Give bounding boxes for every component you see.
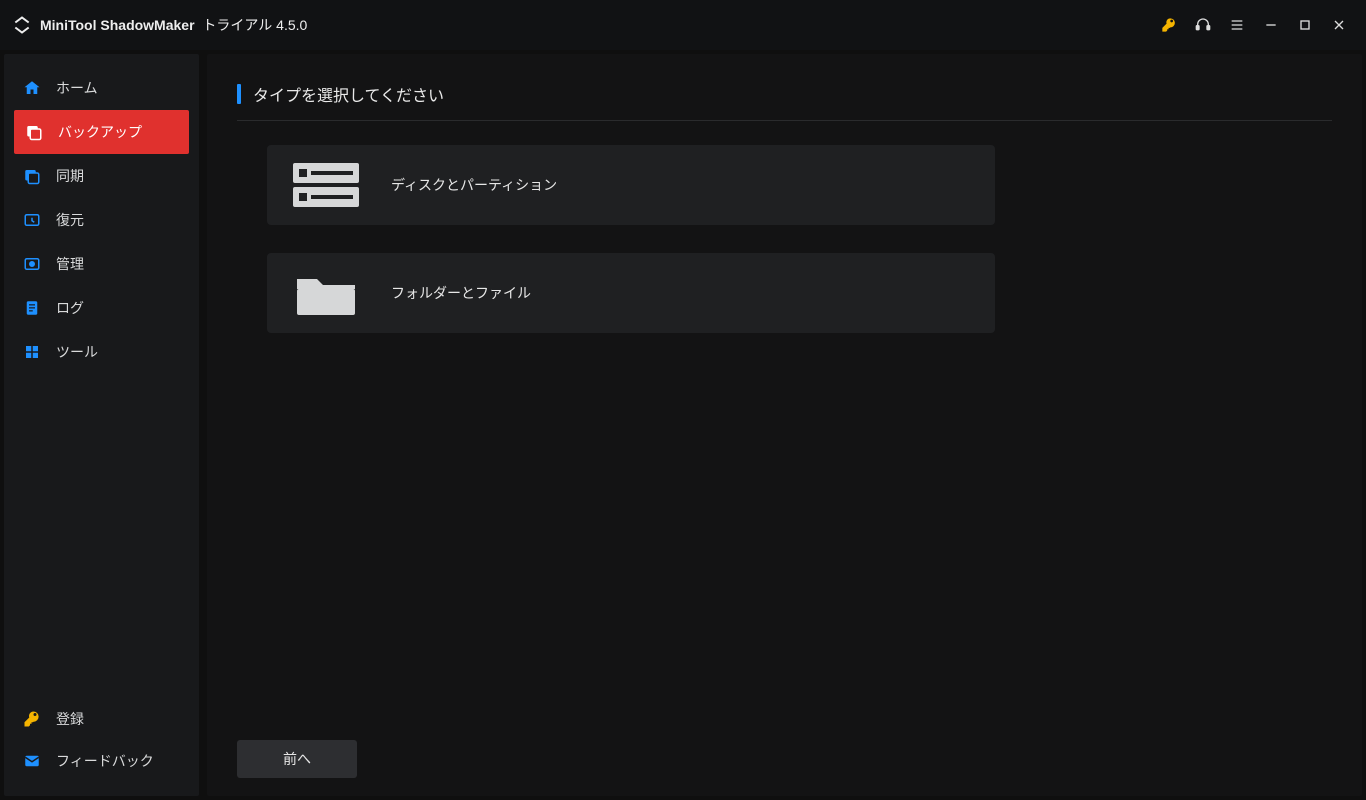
sidebar-item-tools[interactable]: ツール (4, 330, 199, 374)
option-label: フォルダーとファイル (391, 283, 531, 303)
manage-icon (22, 254, 42, 274)
main-content: タイプを選択してください ディスクとパーティション (207, 54, 1362, 796)
app-body: ホーム バックアップ 同期 (0, 50, 1366, 800)
option-folder-file[interactable]: フォルダーとファイル (267, 253, 995, 333)
sidebar-item-label: 登録 (56, 709, 84, 729)
title-accent-bar (237, 84, 241, 104)
page-title: タイプを選択してください (253, 82, 444, 106)
app-edition: トライアル 4.5.0 (202, 17, 307, 33)
restore-icon (22, 210, 42, 230)
prev-button-label: 前へ (283, 749, 311, 769)
option-disk-partition[interactable]: ディスクとパーティション (267, 145, 995, 225)
option-label: ディスクとパーティション (391, 175, 557, 195)
app-window: MiniTool ShadowMaker トライアル 4.5.0 (0, 0, 1366, 800)
app-logo-icon (12, 15, 32, 35)
sidebar-item-label: 管理 (56, 254, 84, 274)
sidebar-item-manage[interactable]: 管理 (4, 242, 199, 286)
disk-partition-icon (291, 160, 361, 210)
support-button[interactable] (1186, 8, 1220, 42)
menu-button[interactable] (1220, 8, 1254, 42)
sidebar-item-label: ホーム (56, 78, 98, 98)
sidebar-item-label: 復元 (56, 210, 84, 230)
tools-icon (22, 342, 42, 362)
sidebar: ホーム バックアップ 同期 (4, 54, 199, 796)
sidebar-item-log[interactable]: ログ (4, 286, 199, 330)
sidebar-item-label: バックアップ (58, 122, 142, 142)
sidebar-item-label: 同期 (56, 166, 84, 186)
sidebar-item-home[interactable]: ホーム (4, 66, 199, 110)
sidebar-item-sync[interactable]: 同期 (4, 154, 199, 198)
maximize-button[interactable] (1288, 8, 1322, 42)
close-button[interactable] (1322, 8, 1356, 42)
app-name: MiniTool ShadowMaker (40, 17, 195, 33)
title-bar: MiniTool ShadowMaker トライアル 4.5.0 (0, 0, 1366, 50)
page-title-row: タイプを選択してください (237, 82, 1332, 121)
home-icon (22, 78, 42, 98)
sidebar-item-label: ツール (56, 342, 98, 362)
sidebar-item-backup[interactable]: バックアップ (14, 110, 189, 154)
sidebar-nav: ホーム バックアップ 同期 (4, 66, 199, 374)
type-options: ディスクとパーティション フォルダーとファイル (237, 145, 1332, 333)
sync-icon (22, 166, 42, 186)
sidebar-item-label: ログ (56, 298, 84, 318)
backup-icon (24, 122, 44, 142)
sidebar-item-restore[interactable]: 復元 (4, 198, 199, 242)
main-footer: 前へ (237, 720, 1332, 778)
log-icon (22, 298, 42, 318)
sidebar-item-feedback[interactable]: フィードバック (4, 740, 199, 782)
folder-icon (291, 268, 361, 318)
sidebar-item-label: フィードバック (56, 751, 154, 771)
sidebar-bottom: 登録 フィードバック (4, 698, 199, 796)
license-key-button[interactable] (1152, 8, 1186, 42)
sidebar-item-register[interactable]: 登録 (4, 698, 199, 740)
minimize-button[interactable] (1254, 8, 1288, 42)
mail-icon (22, 751, 42, 771)
key-icon (22, 709, 42, 729)
app-title: MiniTool ShadowMaker トライアル 4.5.0 (40, 15, 307, 35)
prev-button[interactable]: 前へ (237, 740, 357, 778)
